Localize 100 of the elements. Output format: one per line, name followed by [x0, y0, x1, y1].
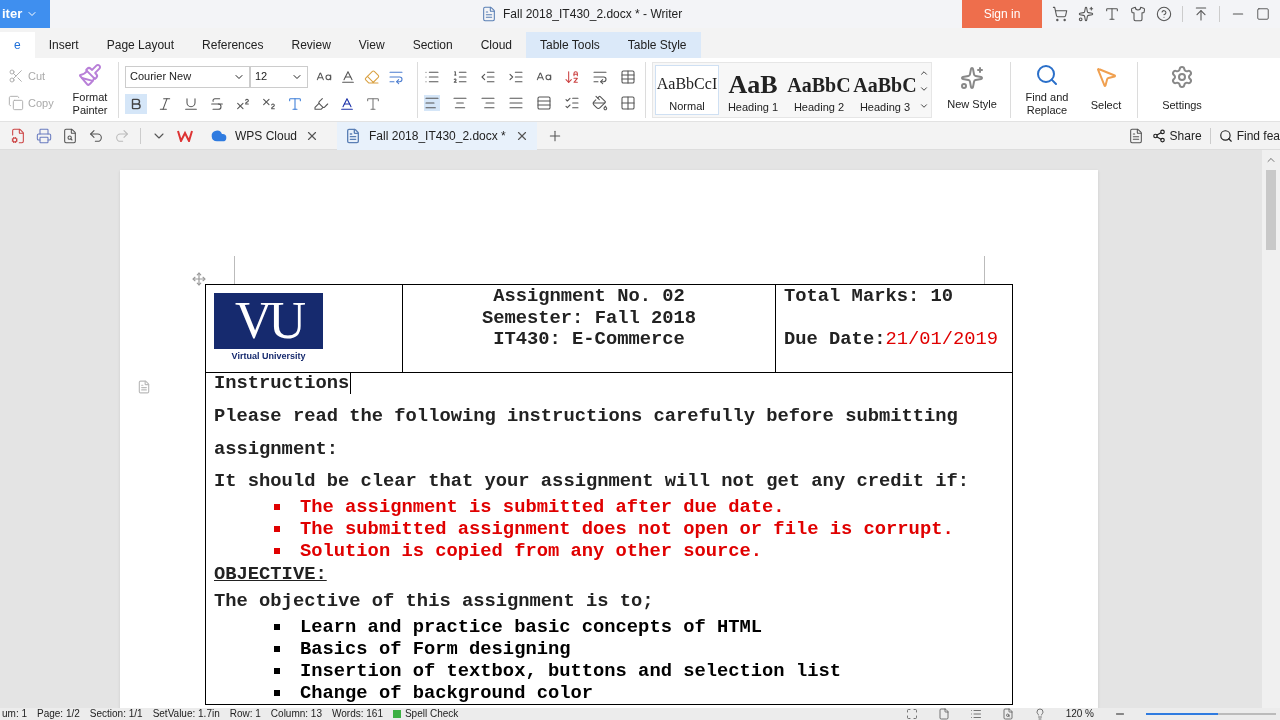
bold-button[interactable] [125, 93, 147, 114]
font-icon[interactable] [1104, 6, 1120, 22]
bullet-text: The assignment is submitted after due date. [300, 496, 785, 518]
header-line: Semester: Fall 2018 [481, 307, 697, 329]
bullet-icon [274, 624, 280, 630]
find-replace-button[interactable]: Find and Replace [1017, 62, 1077, 117]
document-icon [481, 6, 497, 22]
font-size-field[interactable]: 12 [250, 65, 308, 88]
print-preview-icon[interactable] [62, 127, 78, 144]
menu-tab[interactable]: View [344, 32, 399, 58]
status-item: SetValue: 1.7in [152, 708, 220, 720]
zoom-level: 120 % [1065, 708, 1094, 720]
maximize-icon[interactable] [1256, 7, 1270, 21]
undo-icon[interactable] [88, 127, 104, 144]
status-item: Section: 1/1 [89, 708, 143, 720]
due-date-value: 21/01/2019 [885, 329, 999, 351]
paragraph-marker-icon[interactable] [137, 380, 151, 394]
menu-tab[interactable]: Table Tools [526, 32, 614, 58]
document-icon [345, 127, 362, 144]
fullscreen-icon[interactable] [905, 708, 918, 720]
outline-view-icon[interactable] [969, 708, 982, 720]
border-icon[interactable] [620, 94, 636, 111]
menu-tab[interactable]: Review [277, 32, 345, 58]
bullet-text: Learn and practice basic concepts of HTML [300, 616, 763, 638]
bold-icon [129, 96, 143, 111]
help-icon[interactable] [1156, 6, 1172, 22]
align-left-icon[interactable] [424, 94, 440, 111]
style-preset[interactable]: AaBbC Heading 3 [853, 64, 917, 115]
tab-list-icon[interactable] [1127, 127, 1144, 144]
menu-tab[interactable]: References [188, 32, 278, 58]
paintbrush-icon [78, 62, 102, 87]
bullet-text: The submitted assignment does not open or file is corrupt. [300, 518, 954, 540]
paragraph-text: The objective of this assignment is to; [214, 589, 654, 612]
table-icon[interactable] [620, 68, 636, 85]
page-view-icon[interactable] [937, 708, 950, 720]
due-date-label: Due Date: [784, 329, 886, 351]
document-tab[interactable]: WPS Cloud [203, 121, 328, 150]
status-item: Row: 1 [229, 708, 261, 720]
find-button[interactable]: Find fea [1218, 126, 1280, 145]
sort-icon[interactable] [564, 68, 580, 85]
font-name-field[interactable]: Courier New [125, 65, 250, 88]
menu-tab[interactable]: Table Style [613, 32, 701, 58]
share-button[interactable]: Share [1151, 126, 1202, 145]
scissors-icon [8, 68, 24, 85]
menu-tab[interactable]: Insert [34, 32, 93, 58]
header-line: IT430: E-Commerce [493, 329, 685, 351]
bullet-icon [274, 646, 280, 652]
style-preset[interactable]: AaBbCcI Normal [655, 64, 719, 115]
style-preset[interactable]: AaB Heading 1 [721, 64, 785, 115]
bullet-icon [274, 690, 280, 696]
bullet-text: Insertion of textbox, buttons and selection list [300, 660, 841, 682]
document-tab[interactable]: Fall 2018_IT430_2.docx * [337, 121, 538, 150]
collapse-icon[interactable] [1193, 6, 1209, 22]
bullet-icon [274, 504, 280, 510]
status-item: Column: 13 [270, 708, 322, 720]
copy-icon [8, 94, 24, 111]
scrollbar-thumb[interactable] [1266, 170, 1276, 250]
select-button[interactable]: Select [1081, 65, 1131, 114]
status-item: um: 1 [2, 708, 27, 720]
menu-tab[interactable]: Page Layout [92, 32, 189, 58]
numbered-list-icon[interactable] [452, 68, 468, 85]
strikethrough-icon[interactable] [209, 95, 225, 112]
shirt-icon[interactable] [1130, 6, 1146, 22]
search-icon [1035, 62, 1059, 87]
font-color-icon[interactable] [339, 95, 355, 112]
paragraph-text: assignment: [214, 437, 338, 460]
italic-icon[interactable] [157, 95, 173, 112]
new-style-button[interactable]: New Style [940, 66, 1004, 113]
status-item: Page: 1/2 [37, 708, 80, 720]
section-heading: OBJECTIVE: [214, 562, 327, 585]
settings-button[interactable]: Settings [1152, 65, 1212, 114]
highlighter-icon[interactable] [313, 95, 329, 112]
total-marks: Total Marks: 10 [784, 286, 955, 308]
table-move-handle-icon[interactable] [192, 272, 206, 286]
menu-tab[interactable]: Cloud [466, 32, 526, 58]
search-icon [1218, 128, 1233, 143]
vertical-scrollbar[interactable] [1262, 150, 1280, 708]
share-icon [1151, 128, 1166, 143]
bullet-text: Basics of Form designing [300, 638, 571, 660]
style-sparkle-icon [960, 66, 984, 91]
clear-format-icon[interactable] [364, 68, 380, 85]
print-icon[interactable] [36, 127, 52, 144]
text-outline-icon[interactable] [287, 95, 303, 112]
distribute-icon[interactable] [536, 94, 552, 111]
shading-icon[interactable] [592, 94, 608, 111]
status-item: Words: 161 [332, 708, 383, 720]
bullet-text: Change of background color [300, 682, 594, 704]
bullet-icon [274, 526, 280, 532]
spell-check-status[interactable]: Spell Check [392, 708, 459, 720]
cart-icon[interactable] [1052, 6, 1068, 22]
web-view-icon[interactable] [1001, 708, 1014, 720]
style-preset[interactable]: AaBbC Heading 2 [787, 64, 851, 115]
window-title: Fall 2018_IT430_2.docx * - Writer [503, 6, 683, 23]
underline-icon[interactable] [183, 95, 199, 112]
format-painter-button[interactable]: Format Painter [68, 62, 112, 117]
menu-tab[interactable]: Section [398, 32, 467, 58]
menu-tab[interactable]: e [0, 32, 35, 58]
paragraph-text: Please read the following instructions carefully before submitting [214, 404, 958, 427]
university-logo: VU Virtual University [214, 293, 323, 363]
bullet-icon [274, 548, 280, 554]
